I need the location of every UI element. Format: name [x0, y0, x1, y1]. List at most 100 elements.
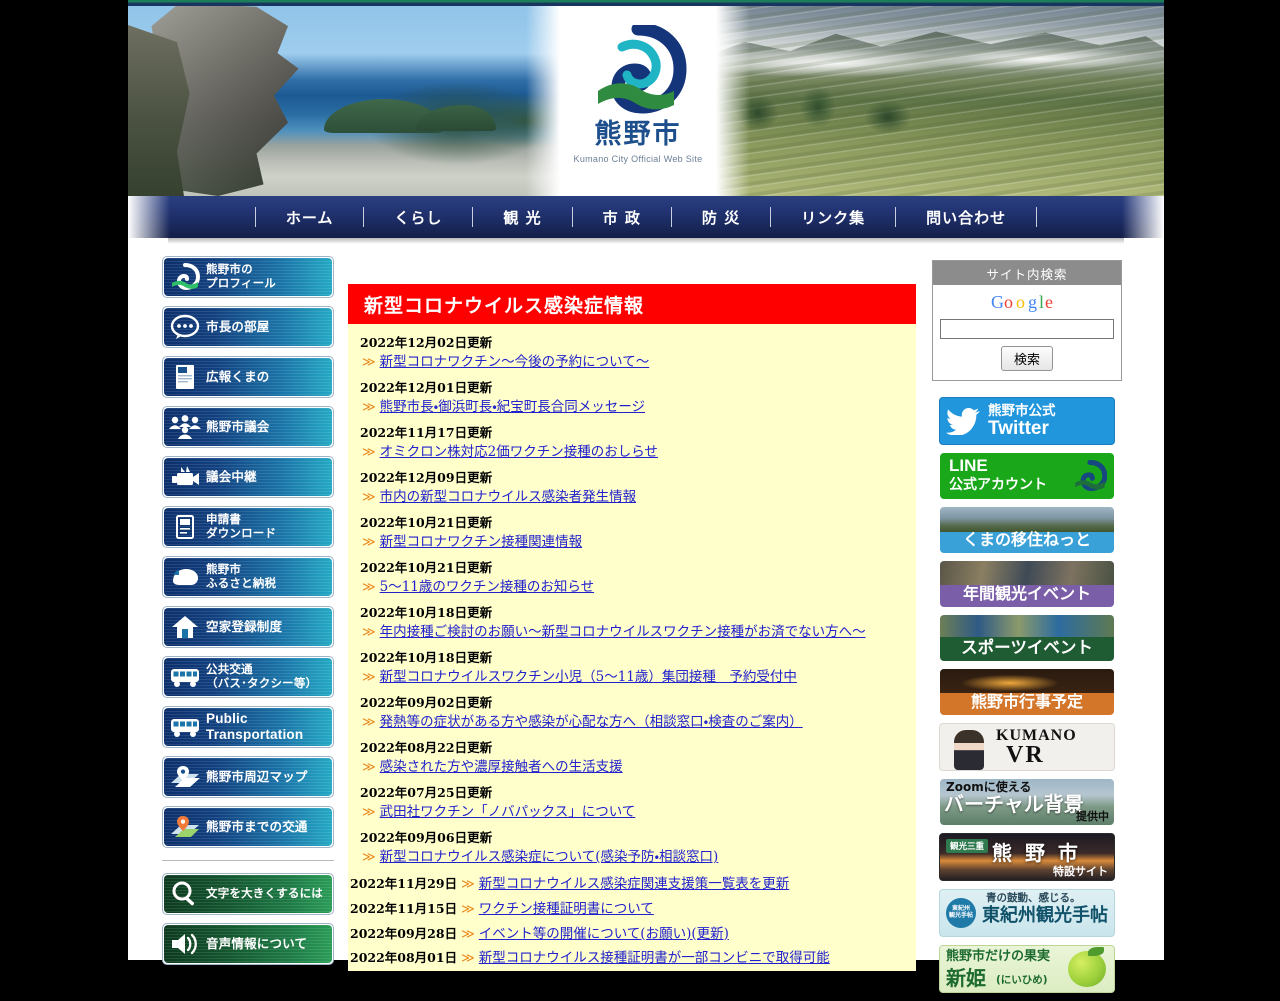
banner-kanko-mie-kumano[interactable]: 観光三重熊 野 市特設サイト [939, 833, 1115, 881]
news-link[interactable]: 熊野市長・御浜町長・紀宝町長合同メッセージ [380, 397, 645, 419]
speech-bubble-icon [164, 308, 206, 346]
news-link[interactable]: 発熱等の症状がある方や感染が心配な方へ（相談窓口・検査のご案内） [380, 712, 803, 734]
sidebar-item-face: 申請書 ダウンロード [164, 508, 332, 546]
covid-alert-title: 新型コロナウイルス感染症情報 [364, 294, 645, 317]
hand-coin-icon [164, 558, 206, 596]
double-chevron-icon: ≫ [362, 489, 376, 505]
news-link-row: ≫ 新型コロナワクチン接種関連情報 [358, 532, 906, 557]
nav-city-government[interactable]: 市 政 [573, 207, 671, 228]
kumano-wave-logo-icon [1073, 459, 1108, 495]
sidebar-item-7[interactable]: 熊野市 ふるさと納税 [162, 556, 334, 598]
nav-home[interactable]: ホーム [256, 207, 364, 228]
sidebar-item-1[interactable]: 文字を大きくするには [162, 873, 334, 915]
banner-line1: 青の鼓動、感じる。 [986, 892, 1081, 904]
news-date: 2022年10月18日更新 [360, 649, 493, 665]
double-chevron-icon: ≫ [362, 354, 376, 370]
banner-annual-tourism-events[interactable]: 年間観光イベント [940, 561, 1114, 607]
banner-virtual-background[interactable]: Zoomに使える バーチャル背景 提供中 [940, 779, 1114, 825]
banner-fruit-shape [1068, 951, 1106, 987]
sidebar-item-label: 文字を大きくするには [206, 886, 323, 901]
nav-contact[interactable]: 問い合わせ [896, 207, 1036, 228]
sidebar-item-face: 市長の部屋 [164, 308, 332, 346]
logo-subtitle: Kumano City Official Web Site [573, 153, 703, 164]
double-chevron-icon: ≫ [362, 579, 376, 595]
banner-badge: 東紀州 観光手帖 [946, 898, 976, 928]
news-link[interactable]: 新型コロナウイルスワクチン小児（5～11歳）集団接種 予約受付中 [380, 667, 797, 689]
sidebar-item-4[interactable]: 熊野市議会 [162, 406, 334, 448]
sidebar-item-6[interactable]: 申請書 ダウンロード [162, 506, 334, 548]
nav-links[interactable]: リンク集 [771, 207, 895, 228]
banner-sports-events[interactable]: スポーツイベント [940, 615, 1114, 661]
banner-line2: 公式アカウント [949, 477, 1047, 493]
news-link[interactable]: 武田社ワクチン「ノバパックス」について [380, 802, 636, 824]
logo-city-name: 熊野市 [594, 119, 682, 150]
masthead-photo-rice-terraces [708, 3, 1164, 196]
sidebar-item-8[interactable]: 空家登録制度 [162, 606, 334, 648]
news-link[interactable]: 年内接種ご検討のお願い～新型コロナウイルスワクチン接種がお済でない方へ～ [380, 622, 866, 644]
sidebar-item-2[interactable]: 音声情報について [162, 923, 334, 965]
banner-twitter[interactable]: 熊野市公式 Twitter [939, 397, 1115, 445]
sidebar-item-label: 広報くまの [206, 368, 270, 384]
news-date: 2022年09月28日 [350, 925, 458, 941]
double-chevron-icon: ≫ [362, 399, 376, 415]
search-input[interactable] [940, 319, 1114, 339]
search-heading: サイト内検索 [933, 261, 1121, 285]
news-link-row: ≫ 熊野市長・御浜町長・紀宝町長合同メッセージ [358, 397, 906, 422]
search-button[interactable]: 検索 [1000, 346, 1053, 371]
banner-line[interactable]: LINE 公式アカウント [940, 453, 1114, 499]
sidebar-item-10[interactable]: Public Transportation [162, 706, 334, 748]
news-date: 2022年12月02日更新 [360, 335, 493, 350]
news-link[interactable]: イベント等の開催について(お願い)(更新) [479, 923, 729, 946]
news-link[interactable]: 5～11歳のワクチン接種のお知らせ [380, 577, 595, 599]
sidebar-item-label: 熊野市の プロフィール [206, 262, 276, 290]
nav-tourism[interactable]: 観 光 [473, 207, 571, 228]
banner-line3: (にいひめ) [996, 974, 1048, 986]
sidebar-item-face: 広報くまの [164, 358, 332, 396]
navbar-dropshadow [168, 238, 1124, 244]
news-link[interactable]: 新型コロナウイルス感染症について(感染予防・相談窓口) [380, 847, 719, 869]
double-chevron-icon: ≫ [362, 624, 376, 640]
sidebar-item-2[interactable]: 市長の部屋 [162, 306, 334, 348]
sidebar-item-1[interactable]: 熊野市の プロフィール [162, 256, 334, 298]
news-item-inline: 2022年09月28日 ≫ イベント等の開催について(お願い)(更新) [348, 922, 916, 947]
nav-living[interactable]: くらし [364, 207, 472, 228]
map-pin-icon [164, 758, 206, 796]
news-item: 2022年12月09日更新 ≫ 市内の新型コロナウイルス感染者発生情報 [348, 467, 916, 512]
banner-higashikishu-guide[interactable]: 東紀州 観光手帖 青の鼓動、感じる。 東紀州観光手帖 [939, 889, 1115, 937]
covid-news-panel: 2022年12月02日更新 ≫ 新型コロナワクチン～今後の予約について～ 2022年1… [348, 324, 916, 972]
sidebar-item-9[interactable]: 公共交通 （バス･タクシー等） [162, 656, 334, 698]
banner-city-event-schedule[interactable]: 熊野市行事予定 [940, 669, 1114, 715]
double-chevron-icon: ≫ [461, 900, 475, 916]
banner-kumano-vr[interactable]: KUMANO VR [939, 723, 1115, 771]
news-link[interactable]: 新型コロナワクチン接種関連情報 [380, 532, 583, 554]
double-chevron-icon: ≫ [362, 849, 376, 865]
banner-line1: 熊 野 市 [992, 841, 1081, 865]
banner-photo [940, 561, 1114, 585]
nav-disaster-prevention[interactable]: 防 災 [672, 207, 770, 228]
sidebar-item-label: 音声情報について [206, 935, 308, 951]
news-item: 2022年10月21日更新 ≫ 5～11歳のワクチン接種のお知らせ [348, 557, 916, 602]
sidebar-item-3[interactable]: 広報くまの [162, 356, 334, 398]
google-logo-icon: G o o g l e [991, 292, 1053, 312]
news-link[interactable]: 市内の新型コロナウイルス感染者発生情報 [380, 487, 637, 509]
news-link-row: ≫ 新型コロナウイルスワクチン小児（5～11歳）集団接種 予約受付中 [358, 667, 906, 692]
news-link-row: ≫ 新型コロナワクチン～今後の予約について～ [358, 352, 906, 377]
sidebar-item-12[interactable]: 熊野市までの交通 [162, 806, 334, 848]
news-link-row: ≫ 新型コロナウイルス感染症について(感染予防・相談窓口) [358, 847, 906, 872]
news-date: 2022年11月29日 [350, 875, 458, 891]
banner-list: 熊野市公式 Twitter LINE 公式アカウント くまの移住ねっと 年間観光イベントス… [932, 397, 1122, 993]
news-link[interactable]: オミクロン株対応2価ワクチン接種のおしらせ [380, 442, 658, 464]
banner-iju-net[interactable]: くまの移住ねっと [940, 507, 1114, 553]
banner-person-photo [954, 730, 984, 770]
svg-text:o: o [1004, 292, 1013, 312]
news-link[interactable]: ワクチン接種証明書について [479, 898, 654, 921]
news-link[interactable]: 新型コロナウイルス感染症関連支援策一覧表を更新 [479, 873, 790, 896]
sidebar-item-11[interactable]: 熊野市周辺マップ [162, 756, 334, 798]
banner-niihime[interactable]: 熊野市だけの果実 新姫 (にいひめ) [939, 945, 1115, 993]
news-link[interactable]: 感染された方や濃厚接触者への生活支援 [380, 757, 623, 779]
news-link[interactable]: 新型コロナウイルス接種証明書が一部コンビニで取得可能 [479, 947, 830, 970]
news-link-row: ≫ 発熱等の症状がある方や感染が心配な方へ（相談窓口・検査のご案内） [358, 712, 906, 737]
news-link[interactable]: 新型コロナワクチン～今後の予約について～ [380, 352, 650, 374]
sidebar-item-5[interactable]: 議会中継 [162, 456, 334, 498]
news-item: 2022年10月18日更新 ≫ 年内接種ご検討のお願い～新型コロナウイルスワクチン接… [348, 602, 916, 647]
